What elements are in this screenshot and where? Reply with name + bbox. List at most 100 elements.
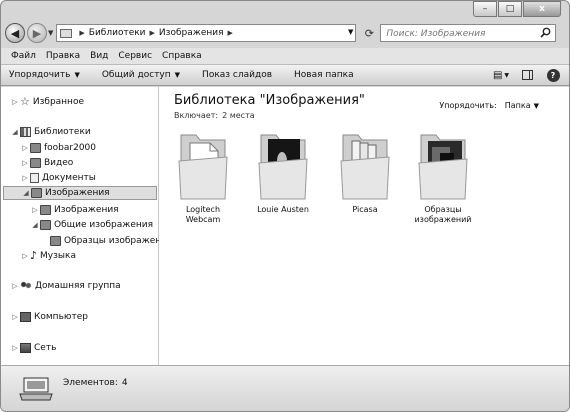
crumb-separator-icon[interactable]: ▶ bbox=[228, 29, 233, 37]
expand-icon[interactable]: ▷ bbox=[21, 159, 29, 167]
view-options-button[interactable]: ▤ ▼ bbox=[493, 68, 509, 82]
collapse-icon[interactable]: ◢ bbox=[22, 189, 30, 197]
explorer-window: – □ x ◀ ▶ ▼ ▶ Библиотеки ▶ Изображения ▶… bbox=[0, 0, 570, 412]
content-pane: Библиотека "Изображения" Включает: 2 мест… bbox=[159, 87, 569, 365]
collapse-icon[interactable]: ◢ bbox=[31, 221, 39, 229]
help-button[interactable]: ? bbox=[545, 68, 561, 82]
search-box[interactable] bbox=[380, 24, 557, 42]
navigation-pane: ▷ ☆ Избранное ◢ Библиотеки ▷ foobar2000 ▷ Вид… bbox=[1, 87, 173, 365]
breadcrumb-libraries[interactable]: Библиотеки bbox=[89, 28, 146, 38]
organize-label: Упорядочить bbox=[9, 70, 71, 80]
expand-icon[interactable]: ▷ bbox=[31, 206, 39, 214]
folder-icon bbox=[40, 220, 51, 230]
share-label: Общий доступ bbox=[101, 70, 171, 80]
item-count-value: 4 bbox=[121, 378, 128, 388]
expand-icon[interactable]: ▷ bbox=[11, 313, 19, 321]
includes-locations-link[interactable]: 2 места bbox=[222, 111, 255, 120]
folder-icon bbox=[258, 134, 308, 200]
folder-tile[interactable]: Logitech Webcam bbox=[172, 131, 234, 225]
nav-images[interactable]: ◢ Изображения bbox=[3, 186, 157, 200]
nav-computer[interactable]: ▷ Компьютер bbox=[11, 310, 88, 324]
nav-public-images[interactable]: ◢ Общие изображения bbox=[31, 218, 153, 232]
new-folder-button[interactable]: Новая папка bbox=[294, 70, 354, 80]
minimize-button[interactable]: – bbox=[473, 1, 497, 17]
details-pane: Элементов: 4 bbox=[1, 365, 569, 411]
nav-network[interactable]: ▷ Сеть bbox=[11, 341, 56, 355]
breadcrumb-images[interactable]: Изображения bbox=[159, 28, 224, 38]
location-icon bbox=[60, 28, 73, 38]
computer-icon bbox=[20, 312, 31, 322]
nav-label: Изображения bbox=[54, 205, 119, 215]
toolbar-right: ▤ ▼ ? bbox=[493, 68, 561, 82]
collapse-icon[interactable]: ◢ bbox=[11, 128, 19, 136]
homegroup-icon bbox=[20, 281, 32, 291]
nav-label: Библиотеки bbox=[34, 127, 91, 137]
crumb-separator-icon[interactable]: ▶ bbox=[79, 29, 84, 37]
folder-name: Образцы изображений bbox=[414, 205, 472, 224]
arrange-dropdown[interactable]: Папка bbox=[505, 101, 531, 110]
folder-name: Louie Austen bbox=[257, 205, 309, 214]
nav-video[interactable]: ▷ Видео bbox=[21, 156, 73, 170]
share-button[interactable]: Общий доступ ▼ bbox=[102, 70, 180, 80]
nav-libraries[interactable]: ◢ Библиотеки bbox=[11, 125, 91, 139]
forward-button[interactable]: ▶ bbox=[27, 23, 47, 43]
nav-documents[interactable]: ▷ Документы bbox=[21, 171, 96, 185]
menu-bar: Файл Правка Вид Сервис Справка bbox=[1, 48, 569, 64]
folder-icon bbox=[50, 236, 61, 246]
menu-tools[interactable]: Сервис bbox=[118, 51, 152, 61]
maximize-button[interactable]: □ bbox=[498, 1, 522, 17]
new-folder-label: Новая папка bbox=[294, 70, 354, 80]
close-button[interactable]: x bbox=[523, 1, 561, 17]
expand-icon[interactable]: ▷ bbox=[21, 252, 29, 260]
folder-name: Logitech Webcam bbox=[185, 205, 221, 224]
expand-icon[interactable]: ▷ bbox=[11, 344, 19, 352]
library-title: Библиотека "Изображения" bbox=[174, 93, 365, 108]
nav-favorites[interactable]: ▷ ☆ Избранное bbox=[11, 95, 84, 109]
expand-icon[interactable]: ▷ bbox=[21, 174, 29, 182]
images-library-icon bbox=[31, 188, 42, 198]
organize-button[interactable]: Упорядочить ▼ bbox=[9, 70, 80, 80]
includes-label: Включает: bbox=[174, 111, 219, 120]
search-input[interactable] bbox=[384, 26, 539, 42]
menu-view[interactable]: Вид bbox=[90, 51, 108, 61]
preview-pane-icon bbox=[521, 70, 533, 80]
nav-music[interactable]: ▷ ♪ Музыка bbox=[21, 249, 76, 263]
nav-sample-images[interactable]: Образцы изображений bbox=[41, 234, 173, 248]
menu-file[interactable]: Файл bbox=[11, 51, 36, 61]
crumb-separator-icon[interactable]: ▶ bbox=[150, 29, 155, 37]
menu-help[interactable]: Справка bbox=[162, 51, 202, 61]
nav-foobar2000[interactable]: ▷ foobar2000 bbox=[21, 141, 96, 155]
documents-library-icon bbox=[30, 173, 39, 183]
folder-tile[interactable]: Образцы изображений bbox=[412, 131, 474, 225]
refresh-icon: ⟳ bbox=[364, 26, 374, 40]
expand-icon[interactable]: ▷ bbox=[11, 98, 19, 106]
history-dropdown-icon[interactable]: ▼ bbox=[48, 29, 53, 37]
nav-label: Образцы изображений bbox=[64, 236, 173, 246]
chevron-down-icon[interactable]: ▼ bbox=[534, 102, 539, 110]
folder-tile[interactable]: Picasa bbox=[334, 131, 396, 215]
command-bar: Упорядочить ▼ Общий доступ ▼ Показ слайдов… bbox=[1, 64, 569, 86]
menu-edit[interactable]: Правка bbox=[46, 51, 80, 61]
folder-icon bbox=[178, 134, 228, 200]
nav-homegroup[interactable]: ▷ Домашняя группа bbox=[11, 279, 121, 293]
nav-label: Избранное bbox=[32, 97, 84, 107]
refresh-button[interactable]: ⟳ bbox=[360, 24, 378, 42]
nav-label: Музыка bbox=[40, 251, 76, 261]
view-icon: ▤ bbox=[492, 69, 503, 81]
library-includes: Включает: 2 места bbox=[174, 111, 255, 120]
search-icon[interactable] bbox=[540, 27, 551, 38]
slideshow-button[interactable]: Показ слайдов bbox=[202, 70, 272, 80]
nav-images-folder[interactable]: ▷ Изображения bbox=[31, 203, 119, 217]
address-bar[interactable]: ▶ Библиотеки ▶ Изображения ▶ ▼ bbox=[56, 24, 357, 42]
folder-icon bbox=[30, 143, 41, 153]
caption-buttons: – □ x bbox=[473, 1, 561, 17]
chevron-down-icon: ▼ bbox=[74, 71, 80, 79]
folder-tile[interactable]: Louie Austen bbox=[252, 131, 314, 215]
expand-icon[interactable]: ▷ bbox=[11, 282, 19, 290]
address-row: ◀ ▶ ▼ ▶ Библиотеки ▶ Изображения ▶ ▼ ⟳ bbox=[5, 21, 565, 45]
preview-pane-button[interactable] bbox=[519, 68, 535, 82]
back-button[interactable]: ◀ bbox=[5, 23, 25, 43]
address-dropdown-icon[interactable]: ▼ bbox=[348, 28, 353, 36]
nav-label: Компьютер bbox=[34, 312, 88, 322]
expand-icon[interactable]: ▷ bbox=[21, 144, 29, 152]
